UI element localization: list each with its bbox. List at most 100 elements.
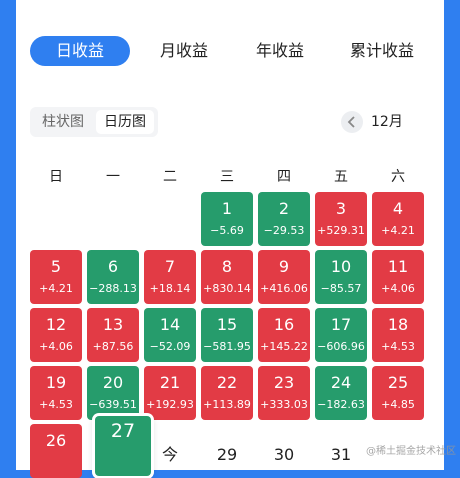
day-earnings: +4.21 <box>381 224 415 237</box>
day-number: 9 <box>278 257 290 276</box>
calendar-day[interactable]: 10 −85.57 <box>315 250 367 304</box>
calendar-day[interactable]: 今 <box>144 424 196 478</box>
calendar-day[interactable]: 27 <box>95 416 151 476</box>
day-number: 26 <box>45 431 67 450</box>
day-earnings: +4.53 <box>381 340 415 353</box>
weekday-mon: 一 <box>106 169 120 185</box>
day-number: 23 <box>273 373 295 392</box>
day-number: 3 <box>335 199 347 218</box>
day-earnings: +4.06 <box>381 282 415 295</box>
day-number: 10 <box>330 257 352 276</box>
calendar-view-button[interactable]: 日历图 <box>96 110 154 134</box>
previous-month-button[interactable] <box>341 111 363 133</box>
day-number: 22 <box>216 373 238 392</box>
day-number: 27 <box>110 420 136 442</box>
calendar-day[interactable]: 15 −581.95 <box>201 308 253 362</box>
day-earnings: −29.53 <box>263 224 305 237</box>
day-earnings: +333.03 <box>260 398 308 411</box>
calendar-day[interactable]: 6 −288.13 <box>87 250 139 304</box>
calendar-day[interactable]: 11 +4.06 <box>372 250 424 304</box>
tab-monthly-earnings[interactable]: 月收益 <box>144 36 224 66</box>
day-number: 6 <box>107 257 119 276</box>
day-earnings: −5.69 <box>210 224 244 237</box>
day-number: 8 <box>221 257 233 276</box>
day-number: 5 <box>50 257 62 276</box>
calendar-day[interactable]: 4 +4.21 <box>372 192 424 246</box>
calendar-day[interactable]: 3 +529.31 <box>315 192 367 246</box>
calendar-day[interactable]: 17 −606.96 <box>315 308 367 362</box>
calendar-day[interactable]: 24 −182.63 <box>315 366 367 420</box>
calendar-day[interactable]: 25 +4.85 <box>372 366 424 420</box>
day-number: 12 <box>45 315 67 334</box>
day-earnings: +4.06 <box>39 340 73 353</box>
calendar-day[interactable]: 16 +145.22 <box>258 308 310 362</box>
day-number: 18 <box>387 315 409 334</box>
day-earnings: +4.21 <box>39 282 73 295</box>
weekday-thu: 四 <box>277 169 291 185</box>
calendar-day[interactable]: 2 −29.53 <box>258 192 310 246</box>
day-number: 2 <box>278 199 290 218</box>
day-number: 16 <box>273 315 295 334</box>
day-earnings: −182.63 <box>317 398 365 411</box>
day-earnings: +192.93 <box>146 398 194 411</box>
calendar-day[interactable]: 20 −639.51 <box>87 366 139 420</box>
calendar-day[interactable]: 21 +192.93 <box>144 366 196 420</box>
day-number: 15 <box>216 315 238 334</box>
tab-yearly-earnings[interactable]: 年收益 <box>240 36 320 66</box>
earnings-card: 日收益 月收益 年收益 累计收益 柱状图 日历图 12月 日 一 二 三 四 五… <box>16 0 444 478</box>
day-earnings: +87.56 <box>92 340 134 353</box>
calendar-day[interactable]: 19 +4.53 <box>30 366 82 420</box>
day-earnings: +4.85 <box>381 398 415 411</box>
calendar-day[interactable]: 5 +4.21 <box>30 250 82 304</box>
day-earnings: −52.09 <box>149 340 191 353</box>
day-number: 20 <box>102 373 124 392</box>
day-earnings: −581.95 <box>203 340 251 353</box>
calendar-day[interactable]: 23 +333.03 <box>258 366 310 420</box>
calendar-day[interactable]: 18 +4.53 <box>372 308 424 362</box>
calendar-day[interactable]: 9 +416.06 <box>258 250 310 304</box>
tab-daily-earnings[interactable]: 日收益 <box>30 36 130 66</box>
weekday-sat: 六 <box>391 169 405 185</box>
chevron-left-icon <box>347 116 355 128</box>
weekday-tue: 二 <box>163 169 177 185</box>
day-earnings: −606.96 <box>317 340 365 353</box>
calendar-day[interactable]: 31 <box>315 424 367 478</box>
bar-chart-view-button[interactable]: 柱状图 <box>34 110 92 134</box>
day-number: 17 <box>330 315 352 334</box>
period-tabs: 日收益 月收益 年收益 累计收益 <box>16 36 444 68</box>
day-number: 31 <box>330 445 352 464</box>
calendar-day[interactable]: 26 <box>30 424 82 478</box>
day-number: 29 <box>216 445 238 464</box>
calendar-day[interactable]: 8 +830.14 <box>201 250 253 304</box>
day-earnings: +529.31 <box>317 224 365 237</box>
month-label: 12月 <box>371 114 403 130</box>
calendar-day[interactable]: 7 +18.14 <box>144 250 196 304</box>
day-number: 19 <box>45 373 67 392</box>
calendar-day[interactable]: 30 <box>258 424 310 478</box>
day-earnings: +4.53 <box>39 398 73 411</box>
calendar-day[interactable]: 22 +113.89 <box>201 366 253 420</box>
day-number: 11 <box>387 257 409 276</box>
day-number: 25 <box>387 373 409 392</box>
watermark: @稀土掘金技术社区 <box>366 446 456 457</box>
calendar-day[interactable]: 1 −5.69 <box>201 192 253 246</box>
tab-cumulative-earnings[interactable]: 累计收益 <box>334 36 430 66</box>
view-toggle: 柱状图 日历图 <box>30 107 158 137</box>
day-earnings: +18.14 <box>149 282 191 295</box>
day-number: 13 <box>102 315 124 334</box>
day-number: 14 <box>159 315 181 334</box>
day-earnings: −639.51 <box>89 398 137 411</box>
weekday-fri: 五 <box>334 169 348 185</box>
day-earnings: +416.06 <box>260 282 308 295</box>
day-earnings: +145.22 <box>260 340 308 353</box>
day-number: 今 <box>161 445 178 464</box>
calendar-day[interactable]: 14 −52.09 <box>144 308 196 362</box>
day-number: 21 <box>159 373 181 392</box>
day-earnings: +830.14 <box>203 282 251 295</box>
calendar-day[interactable]: 13 +87.56 <box>87 308 139 362</box>
day-number: 24 <box>330 373 352 392</box>
day-number: 30 <box>273 445 295 464</box>
day-number: 7 <box>164 257 176 276</box>
calendar-day[interactable]: 12 +4.06 <box>30 308 82 362</box>
calendar-day[interactable]: 29 <box>201 424 253 478</box>
